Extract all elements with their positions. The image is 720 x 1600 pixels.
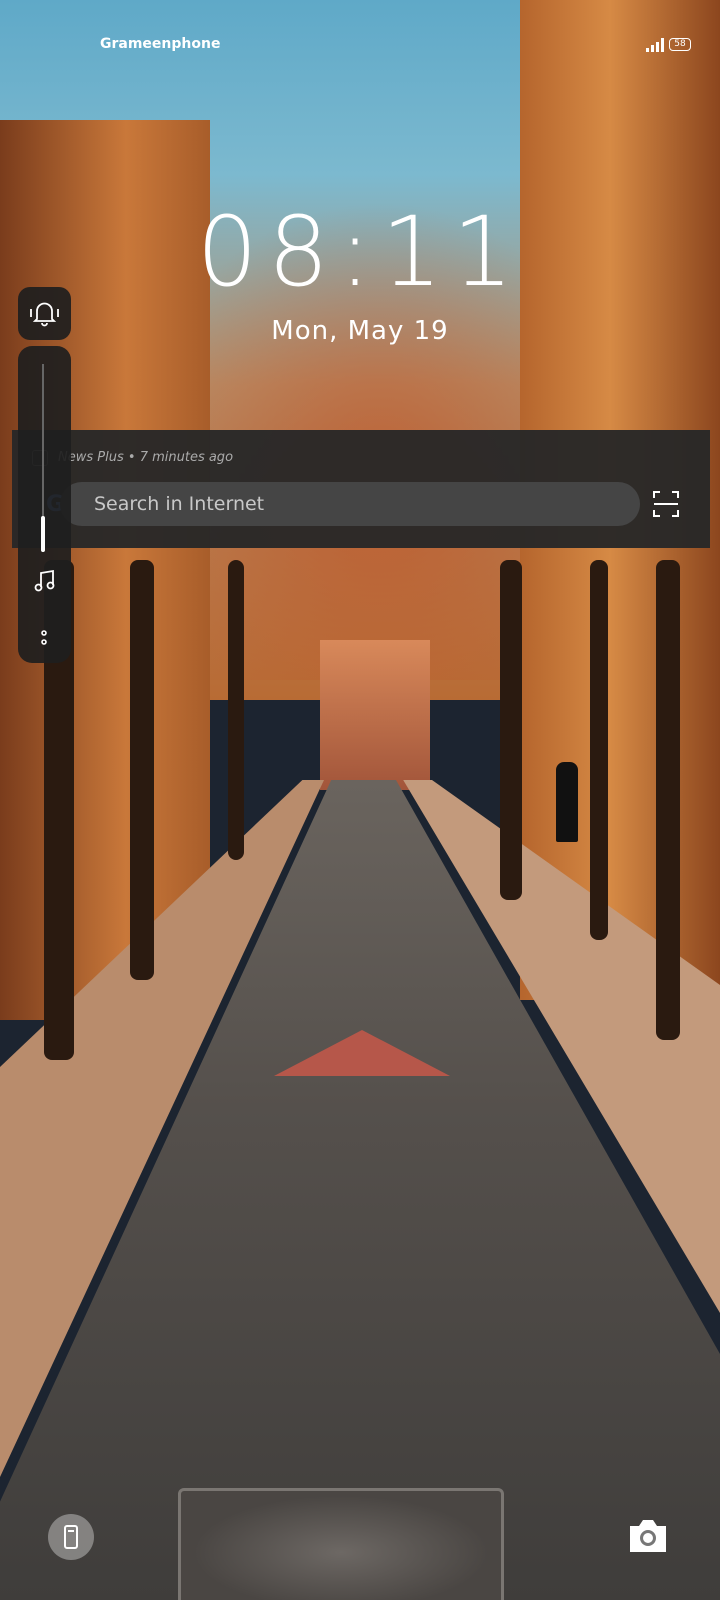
wallpaper-tree-trunk [130,560,154,980]
wallpaper-person [556,762,578,842]
ringer-mode-button[interactable] [18,287,71,340]
notification-meta: News Plus • 7 minutes ago [58,450,233,465]
wallpaper-tree-trunk [228,560,244,860]
wallpaper-tree-trunk [500,560,522,900]
notification-separator: • [127,450,136,465]
wallpaper-road-sign [274,1030,450,1076]
volume-panel[interactable] [18,346,71,663]
volume-level [41,516,45,552]
music-note-icon[interactable] [32,568,58,594]
wallpaper-tree-trunk [590,560,608,940]
signal-bars-icon [646,38,664,52]
battery-icon: 58 [669,38,691,51]
notification-time: 7 minutes ago [139,450,234,465]
flashlight-icon [64,1525,78,1549]
lock-date: Mon, May 19 [271,316,449,346]
search-input[interactable]: Search in Internet [60,482,640,526]
camera-icon [630,1520,666,1552]
status-bar: Grameenphone 58 [0,0,720,90]
carrier-name: Grameenphone [100,36,221,52]
notification-card[interactable]: News Plus • 7 minutes ago G Search in In… [12,430,710,548]
lock-clock: 08:11 [196,196,524,308]
scan-icon[interactable] [652,490,680,518]
wallpaper-tree-trunk [656,560,680,1040]
camera-button[interactable] [626,1516,670,1556]
wallpaper-far-building [320,640,430,790]
wallpaper-manhole [178,1488,504,1600]
vibrate-bell-icon [30,302,59,327]
flashlight-button[interactable] [48,1514,94,1560]
battery-level: 58 [674,39,686,49]
more-vertical-icon[interactable] [38,626,50,650]
